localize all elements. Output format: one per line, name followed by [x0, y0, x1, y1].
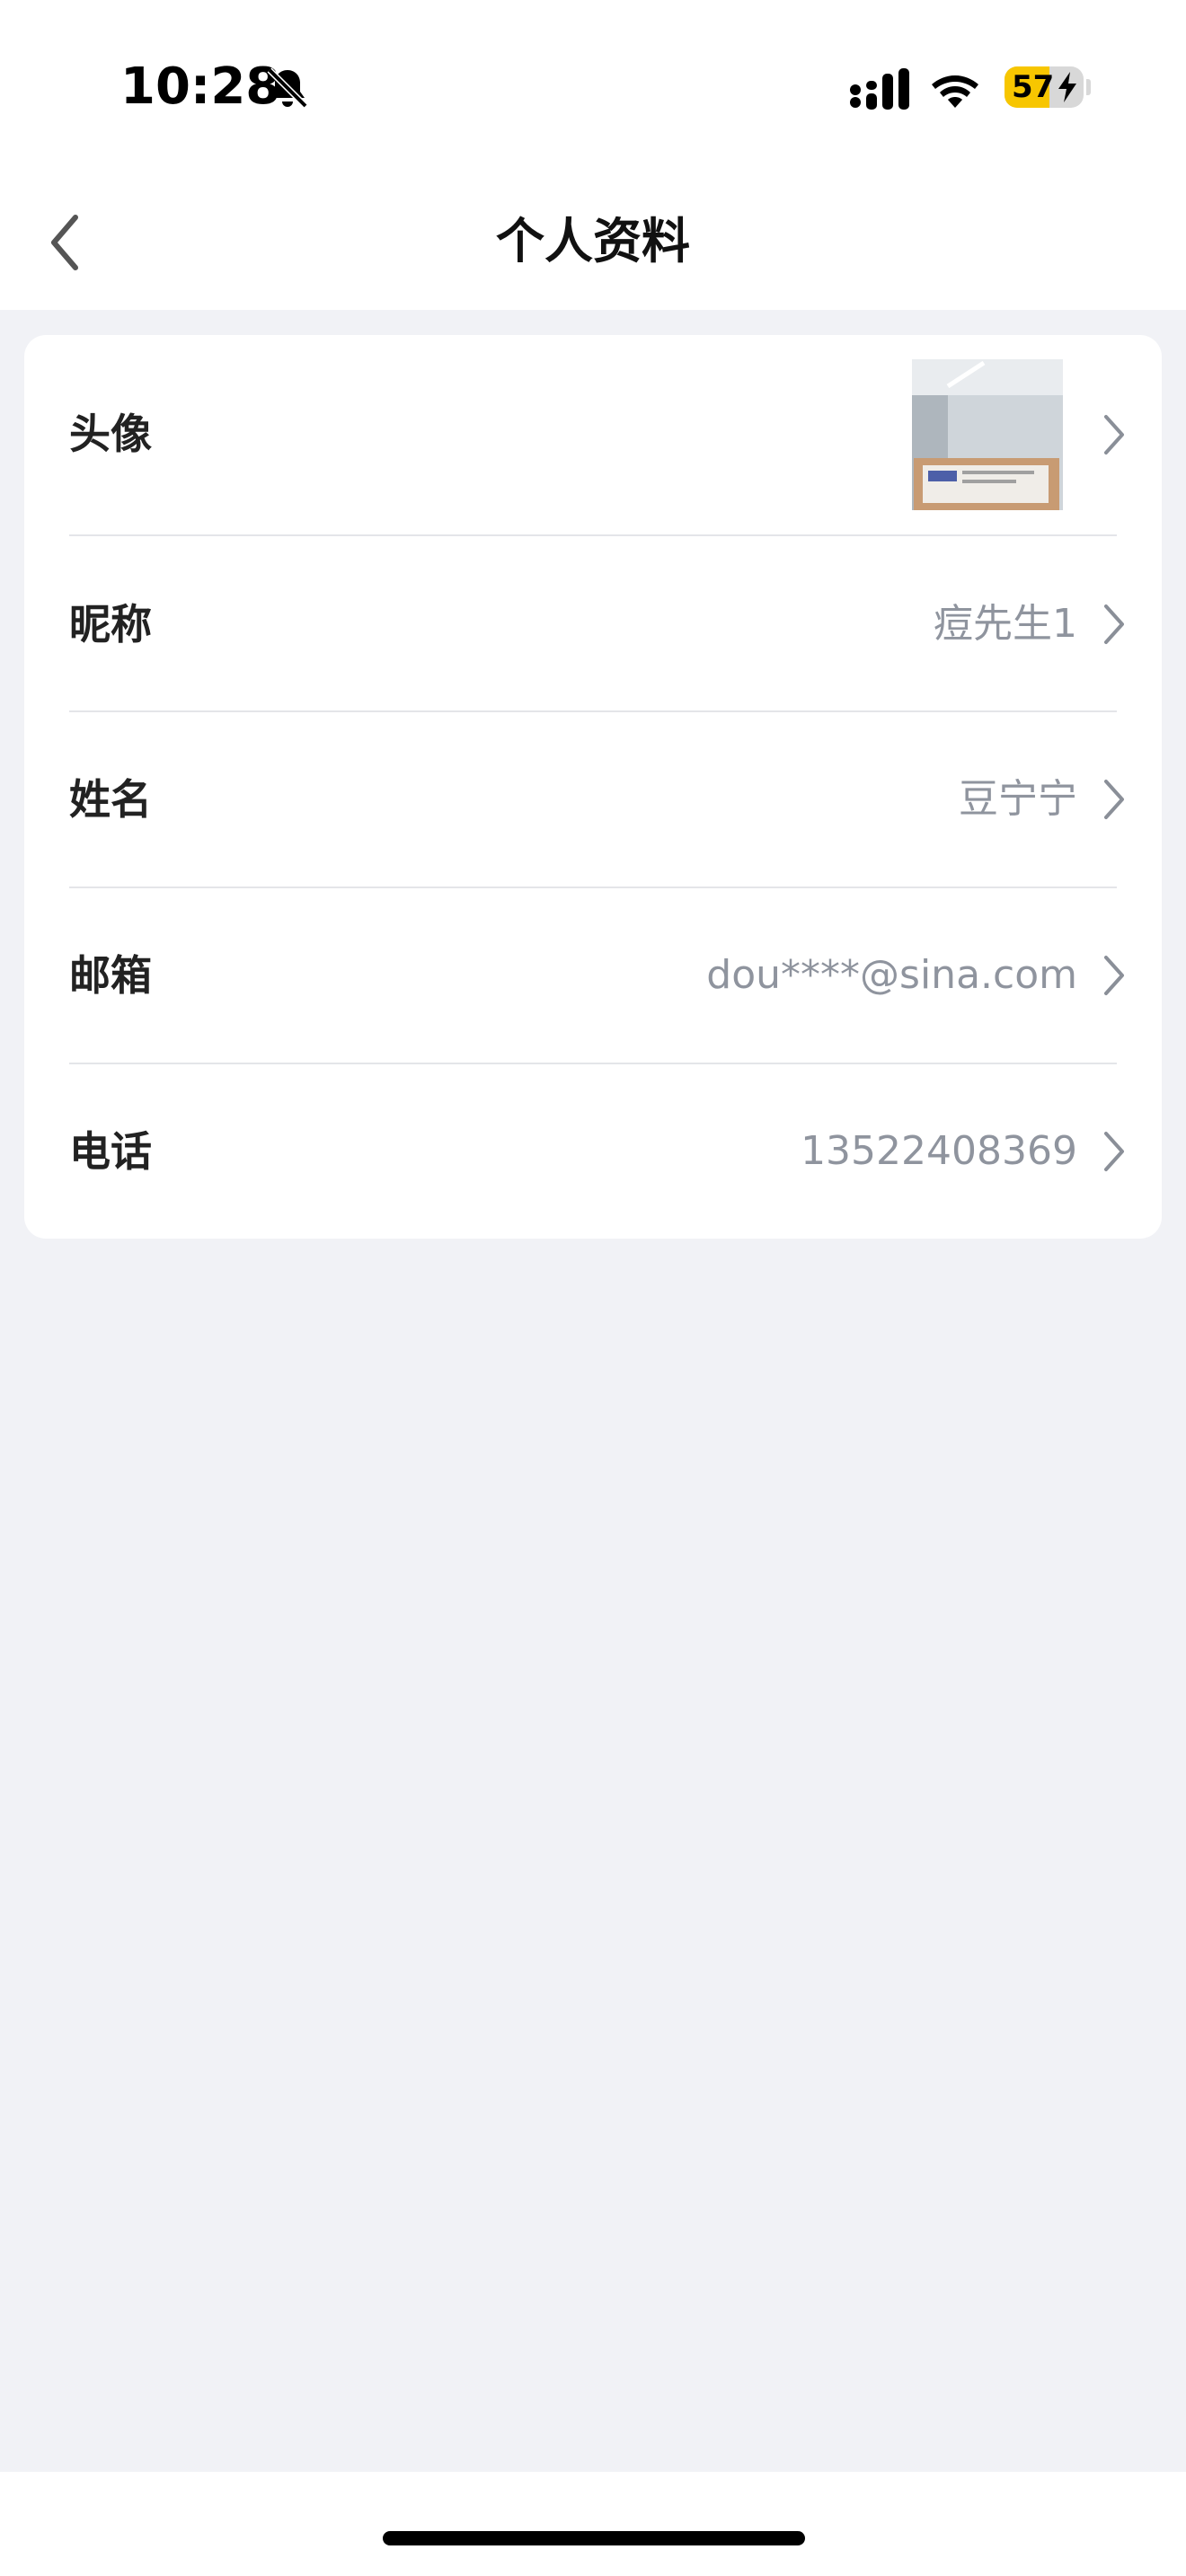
bell-slash-icon	[267, 67, 308, 109]
phone-value: 13522408369	[801, 1128, 1077, 1174]
phone-row[interactable]: 电话 13522408369	[24, 1064, 1162, 1239]
email-value: dou****@sina.com	[706, 952, 1077, 998]
nickname-row[interactable]: 昵称 痘先生1	[24, 536, 1162, 710]
name-label: 姓名	[69, 775, 152, 824]
battery-percent: 57	[1012, 69, 1055, 105]
home-indicator[interactable]	[383, 2531, 805, 2545]
email-row[interactable]: 邮箱 dou****@sina.com	[24, 888, 1162, 1063]
email-label: 邮箱	[69, 951, 152, 1000]
nickname-value: 痘先生1	[934, 601, 1077, 647]
battery-cap	[1086, 79, 1091, 95]
name-row[interactable]: 姓名 豆宁宁	[24, 712, 1162, 887]
chevron-right-icon	[1104, 415, 1124, 454]
status-time: 10:28	[120, 57, 281, 116]
chevron-right-icon	[1104, 1132, 1124, 1171]
signal-icon	[850, 68, 909, 110]
chevron-right-icon	[1104, 780, 1124, 819]
chevron-right-icon	[1104, 604, 1124, 644]
page-title: 个人资料	[496, 213, 690, 269]
name-value: 豆宁宁	[959, 776, 1077, 822]
nickname-label: 昵称	[69, 600, 152, 648]
phone-label: 电话	[69, 1127, 152, 1176]
avatar-image	[912, 359, 1063, 510]
avatar-row[interactable]: 头像	[24, 335, 1162, 534]
wifi-icon	[932, 75, 978, 108]
chevron-right-icon	[1104, 956, 1124, 995]
avatar-label: 头像	[69, 410, 152, 458]
battery-charging-icon: 57	[1005, 66, 1084, 108]
home-indicator-area	[0, 2472, 1186, 2576]
profile-card: 头像 昵称 痘先生1 姓名 豆宁宁 邮箱 dou****@sina.com 电话…	[24, 335, 1162, 1239]
lightning-bolt-icon	[1058, 72, 1076, 102]
